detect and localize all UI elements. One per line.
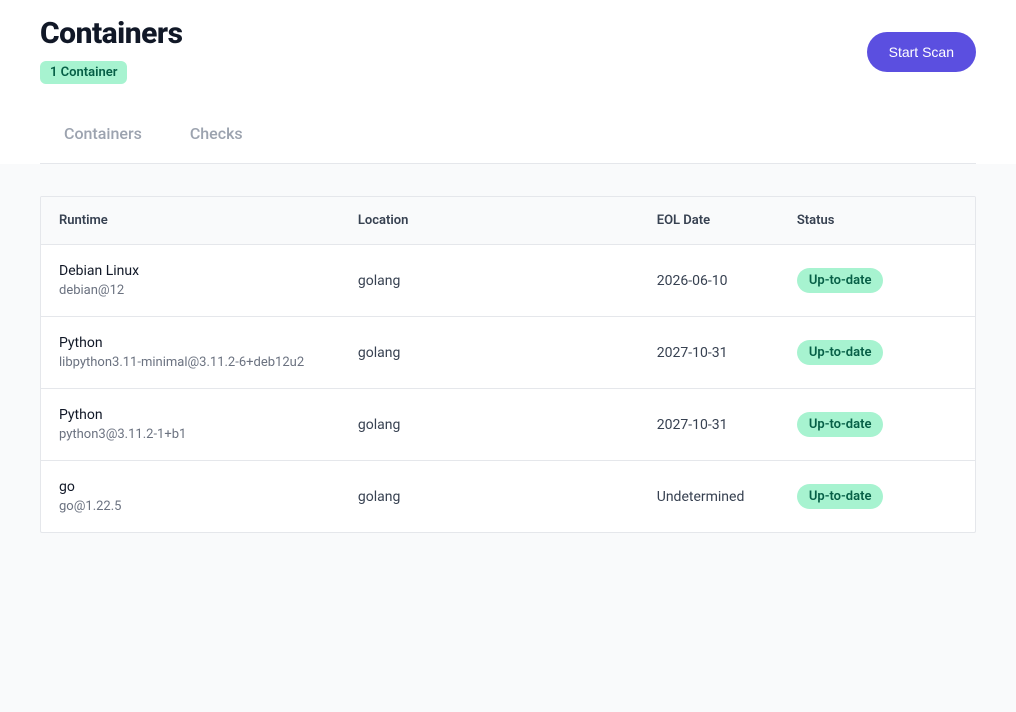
column-header-eol-date: EOL Date (639, 197, 779, 245)
cell-runtime: Python python3@3.11.2-1+b1 (41, 389, 340, 461)
cell-status: Up-to-date (779, 245, 975, 317)
header-top: Containers 1 Container Start Scan (40, 16, 976, 84)
table-header-row: Runtime Location EOL Date Status (41, 197, 975, 245)
column-header-location: Location (340, 197, 639, 245)
column-header-runtime: Runtime (41, 197, 340, 245)
cell-eol-date: 2027-10-31 (639, 389, 779, 461)
cell-location: golang (340, 245, 639, 317)
runtime-table-wrap: Runtime Location EOL Date Status Debian … (40, 196, 976, 533)
start-scan-button[interactable]: Start Scan (867, 32, 976, 72)
table-row: go go@1.22.5 golang Undetermined Up-to-d… (41, 461, 975, 533)
status-badge: Up-to-date (797, 268, 884, 293)
runtime-name: go (59, 479, 322, 495)
runtime-table: Runtime Location EOL Date Status Debian … (41, 197, 975, 532)
table-row: Debian Linux debian@12 golang 2026-06-10… (41, 245, 975, 317)
cell-runtime: Python libpython3.11-minimal@3.11.2-6+de… (41, 317, 340, 389)
runtime-name: Python (59, 335, 322, 351)
cell-location: golang (340, 389, 639, 461)
cell-location: golang (340, 317, 639, 389)
cell-location: golang (340, 461, 639, 533)
cell-runtime: Debian Linux debian@12 (41, 245, 340, 317)
content-area: Runtime Location EOL Date Status Debian … (0, 164, 1016, 712)
header-section: Containers 1 Container Start Scan Contai… (0, 0, 1016, 164)
cell-status: Up-to-date (779, 461, 975, 533)
runtime-name: Python (59, 407, 322, 423)
cell-eol-date: 2027-10-31 (639, 317, 779, 389)
runtime-version: python3@3.11.2-1+b1 (59, 427, 322, 442)
tabs: Containers Checks (40, 84, 976, 164)
cell-status: Up-to-date (779, 317, 975, 389)
page-title: Containers (40, 16, 183, 51)
runtime-name: Debian Linux (59, 263, 322, 279)
cell-eol-date: Undetermined (639, 461, 779, 533)
table-row: Python python3@3.11.2-1+b1 golang 2027-1… (41, 389, 975, 461)
title-group: Containers 1 Container (40, 16, 183, 84)
container-count-badge: 1 Container (40, 61, 127, 84)
runtime-version: go@1.22.5 (59, 499, 322, 514)
status-badge: Up-to-date (797, 412, 884, 437)
column-header-status: Status (779, 197, 975, 245)
runtime-version: debian@12 (59, 283, 322, 298)
tab-checks[interactable]: Checks (190, 124, 243, 147)
status-badge: Up-to-date (797, 484, 884, 509)
status-badge: Up-to-date (797, 340, 884, 365)
cell-runtime: go go@1.22.5 (41, 461, 340, 533)
runtime-version: libpython3.11-minimal@3.11.2-6+deb12u2 (59, 355, 322, 370)
cell-eol-date: 2026-06-10 (639, 245, 779, 317)
table-row: Python libpython3.11-minimal@3.11.2-6+de… (41, 317, 975, 389)
tab-containers[interactable]: Containers (64, 124, 142, 147)
cell-status: Up-to-date (779, 389, 975, 461)
